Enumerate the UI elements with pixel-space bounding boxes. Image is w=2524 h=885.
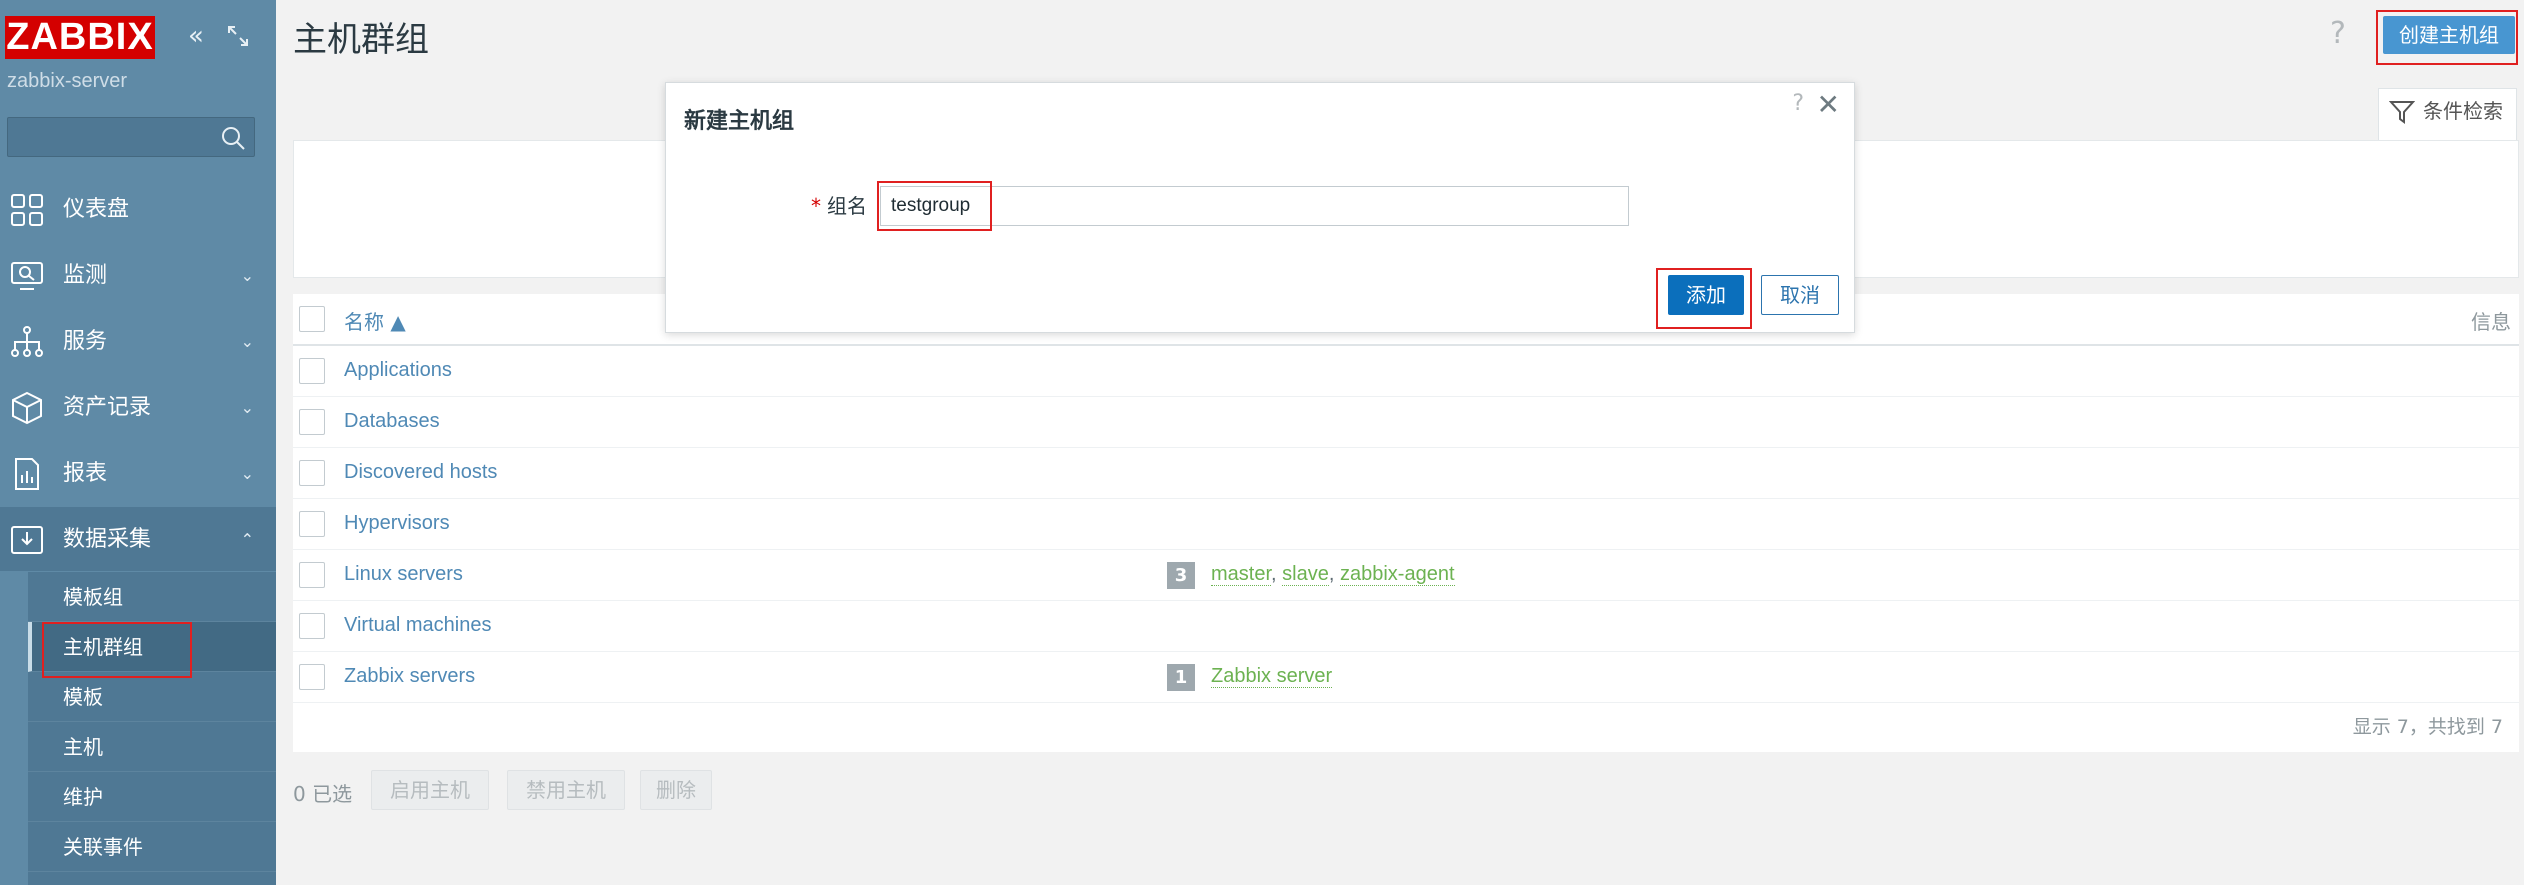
host-link[interactable]: Zabbix server bbox=[1211, 665, 1333, 688]
row-checkbox[interactable] bbox=[299, 562, 325, 588]
cancel-button[interactable]: 取消 bbox=[1761, 275, 1839, 315]
services-icon bbox=[11, 326, 43, 357]
disable-hosts-button[interactable]: 禁用主机 bbox=[507, 770, 625, 810]
filter-tab[interactable]: 条件检索 bbox=[2378, 88, 2517, 140]
nav-dashboard[interactable]: 仪表盘 bbox=[0, 177, 276, 241]
close-icon[interactable]: ✕ bbox=[1817, 88, 1840, 121]
row-checkbox[interactable] bbox=[299, 511, 325, 537]
group-name-link[interactable]: Discovered hosts bbox=[344, 461, 497, 484]
group-name-link[interactable]: Hypervisors bbox=[344, 512, 450, 535]
host-groups-table: 名称 ▲ 信息 Applications Databases Discovere… bbox=[293, 294, 2519, 752]
host-count-badge: 1 bbox=[1167, 664, 1195, 691]
host-link[interactable]: slave bbox=[1282, 563, 1329, 586]
hosts-list: Zabbix server bbox=[1211, 665, 1333, 688]
create-host-group-button[interactable]: 创建主机组 bbox=[2383, 16, 2515, 54]
help-icon[interactable]: ? bbox=[2330, 16, 2346, 51]
search-icon[interactable] bbox=[220, 125, 246, 151]
filter-icon bbox=[2389, 101, 2415, 124]
host-link[interactable]: zabbix-agent bbox=[1339, 563, 1455, 586]
row-checkbox[interactable] bbox=[299, 613, 325, 639]
zabbix-logo[interactable]: ZABBIX bbox=[5, 16, 155, 59]
chevron-down-icon: ⌄ bbox=[240, 398, 254, 417]
inventory-icon bbox=[12, 391, 42, 425]
dialog-help-icon[interactable]: ? bbox=[1792, 91, 1804, 116]
submenu-maintenance[interactable]: 维护 bbox=[28, 772, 276, 822]
add-button[interactable]: 添加 bbox=[1668, 275, 1744, 315]
host-count-badge: 3 bbox=[1167, 562, 1195, 589]
nav-label: 监测 bbox=[63, 263, 108, 288]
group-name-link[interactable]: Virtual machines bbox=[344, 614, 491, 637]
column-info-header: 信息 bbox=[2471, 310, 2511, 334]
delete-button[interactable]: 删除 bbox=[640, 770, 712, 810]
new-host-group-dialog: 新建主机组 ? ✕ * 组名 testgroup 添加 取消 bbox=[665, 82, 1855, 333]
table-row: Virtual machines bbox=[293, 601, 2519, 652]
nav-services[interactable]: 服务 ⌄ bbox=[0, 309, 276, 373]
nav-label: 仪表盘 bbox=[63, 197, 130, 222]
submenu-host-groups[interactable]: 主机群组 bbox=[28, 622, 276, 672]
collapse-sidebar-icon[interactable]: « bbox=[180, 20, 212, 52]
reports-icon bbox=[15, 458, 39, 490]
kiosk-mode-icon[interactable] bbox=[222, 20, 254, 52]
table-row: Discovered hosts bbox=[293, 448, 2519, 499]
row-checkbox[interactable] bbox=[299, 664, 325, 690]
table-row: Linux servers 3 master, slave, zabbix-ag… bbox=[293, 550, 2519, 601]
sidebar: ZABBIX « zabbix-server 仪表盘 监测 ⌄ 服务 ⌄ 资产记… bbox=[0, 0, 276, 885]
nav-monitoring[interactable]: 监测 ⌄ bbox=[0, 243, 276, 307]
server-name: zabbix-server bbox=[7, 70, 128, 92]
chevron-up-icon: ⌃ bbox=[240, 530, 254, 549]
group-name-link[interactable]: Databases bbox=[344, 410, 440, 433]
page-title: 主机群组 bbox=[293, 20, 429, 60]
select-all-checkbox[interactable] bbox=[299, 306, 325, 332]
hosts-list: master, slave, zabbix-agent bbox=[1211, 563, 1455, 586]
nav-data-collection[interactable]: 数据采集 ⌃ bbox=[0, 507, 276, 571]
submenu-hosts[interactable]: 主机 bbox=[28, 722, 276, 772]
sidebar-search-input[interactable] bbox=[7, 117, 255, 157]
table-row: Hypervisors bbox=[293, 499, 2519, 550]
nav-label: 数据采集 bbox=[63, 527, 152, 552]
enable-hosts-button[interactable]: 启用主机 bbox=[371, 770, 489, 810]
chevron-down-icon: ⌄ bbox=[240, 332, 254, 351]
table-row: Databases bbox=[293, 397, 2519, 448]
required-mark: * bbox=[811, 194, 821, 218]
data-collection-icon bbox=[11, 526, 43, 554]
group-name-link[interactable]: Linux servers bbox=[344, 563, 463, 586]
nav-reports[interactable]: 报表 ⌄ bbox=[0, 441, 276, 505]
filter-label: 条件检索 bbox=[2423, 99, 2503, 123]
nav-label: 服务 bbox=[63, 329, 108, 354]
dashboard-icon bbox=[11, 194, 43, 226]
row-checkbox[interactable] bbox=[299, 460, 325, 486]
monitoring-icon bbox=[11, 262, 43, 290]
submenu-templates[interactable]: 模板 bbox=[28, 672, 276, 722]
group-name-label: * 组名 bbox=[811, 190, 867, 219]
data-collection-submenu: 模板组 主机群组 模板 主机 维护 关联事件 bbox=[28, 572, 276, 885]
row-checkbox[interactable] bbox=[299, 409, 325, 435]
submenu-event-correlation[interactable]: 关联事件 bbox=[28, 822, 276, 872]
submenu-template-groups[interactable]: 模板组 bbox=[28, 572, 276, 622]
selected-count: 0 已选 bbox=[293, 782, 353, 806]
table-row: Zabbix servers 1 Zabbix server bbox=[293, 652, 2519, 703]
dialog-title: 新建主机组 bbox=[684, 109, 795, 134]
nav-inventory[interactable]: 资产记录 ⌄ bbox=[0, 375, 276, 439]
host-link[interactable]: master bbox=[1211, 563, 1272, 586]
paging-info: 显示 7，共找到 7 bbox=[2352, 716, 2503, 738]
table-row: Applications bbox=[293, 346, 2519, 397]
row-checkbox[interactable] bbox=[299, 358, 325, 384]
group-name-input[interactable]: testgroup bbox=[880, 186, 1629, 226]
column-name-header[interactable]: 名称 ▲ bbox=[344, 306, 406, 335]
group-name-link[interactable]: Applications bbox=[344, 359, 452, 382]
nav-label: 报表 bbox=[63, 461, 108, 486]
group-name-link[interactable]: Zabbix servers bbox=[344, 665, 475, 688]
group-name-label-text: 组名 bbox=[827, 194, 867, 218]
nav-label: 资产记录 bbox=[63, 395, 152, 420]
chevron-down-icon: ⌄ bbox=[240, 266, 254, 285]
chevron-down-icon: ⌄ bbox=[240, 464, 254, 483]
